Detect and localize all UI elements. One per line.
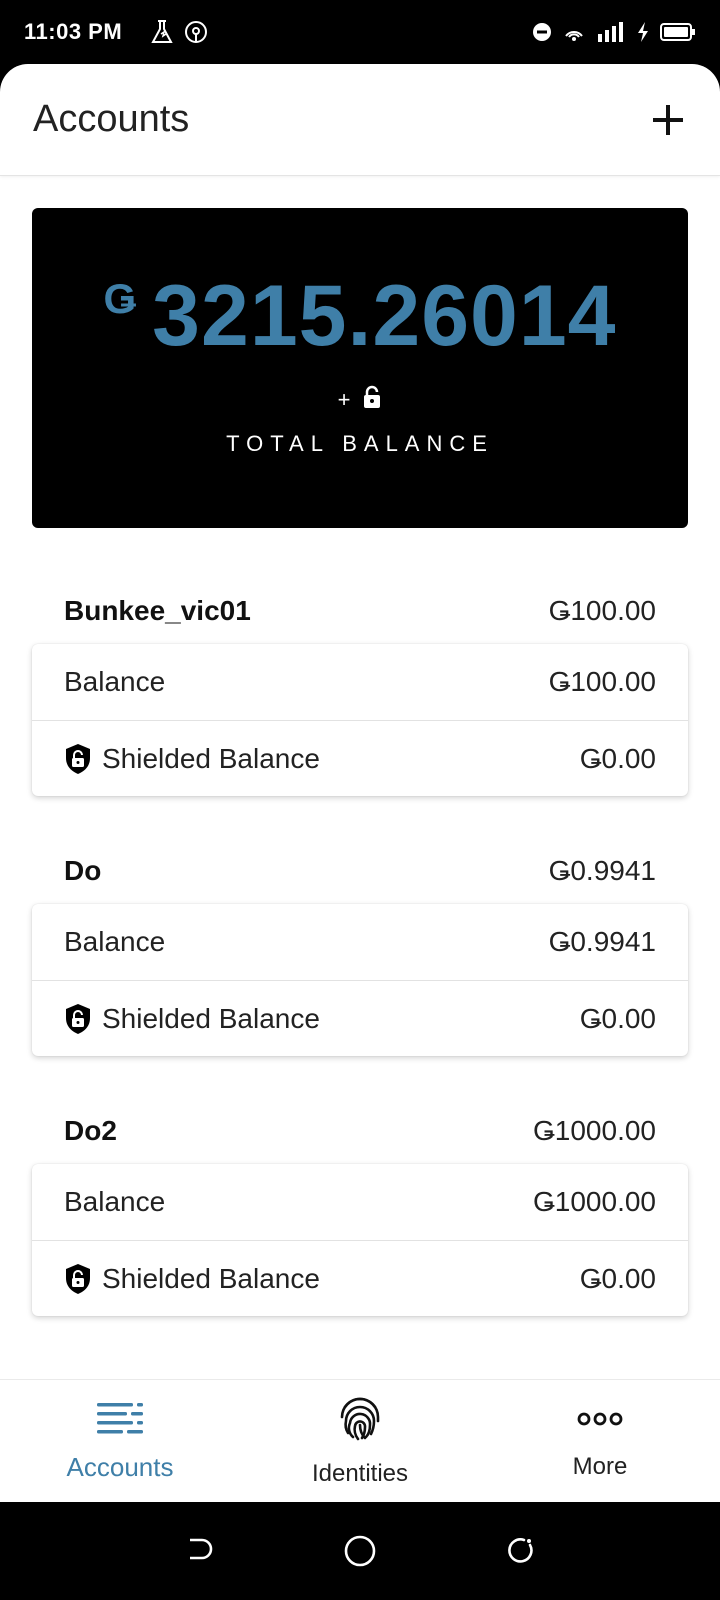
shield-lock-icon — [64, 1003, 92, 1035]
flask-icon — [150, 19, 174, 45]
nav-label-accounts: Accounts — [66, 1451, 174, 1482]
account-item[interactable]: Do Ǥ0.9941 Balance Ǥ0.9941 Shielded Bala… — [0, 844, 720, 1056]
accounts-list: Bunkee_vic01 Ǥ100.00 Balance Ǥ100.00 Shi… — [0, 584, 720, 1364]
balance-row[interactable]: Balance Ǥ0.9941 — [32, 904, 688, 980]
shielded-balance-label: Shielded Balance — [102, 742, 320, 774]
account-card[interactable]: Balance Ǥ1000.00 Shielded Balance Ǥ0.00 — [32, 1164, 688, 1316]
shielded-balance-row[interactable]: Shielded Balance Ǥ0.00 — [32, 720, 688, 796]
account-item[interactable]: Do2 Ǥ1000.00 Balance Ǥ1000.00 Shielded B… — [0, 1104, 720, 1316]
charging-icon — [636, 21, 650, 43]
balance-label: Balance — [64, 666, 166, 697]
account-item[interactable]: Bunkee_vic01 Ǥ100.00 Balance Ǥ100.00 Shi… — [0, 584, 720, 796]
total-balance-amount: 3215.26014 — [152, 268, 617, 364]
app-screen: Accounts Ǥ 3215.26014 + TOTAL BALANCE Bu… — [0, 64, 720, 1502]
balance-row[interactable]: Balance Ǥ1000.00 — [32, 1164, 688, 1240]
account-total: Ǥ100.00 — [548, 595, 656, 626]
shielded-balance-row[interactable]: Shielded Balance Ǥ0.00 — [32, 980, 688, 1056]
account-card[interactable]: Balance Ǥ0.9941 Shielded Balance Ǥ0.00 — [32, 904, 688, 1056]
page-title: Accounts — [33, 98, 190, 140]
account-name: Do — [64, 855, 102, 886]
bottom-nav: Accounts Identities More — [0, 1379, 720, 1502]
balance-value: Ǥ1000.00 — [533, 1186, 656, 1217]
lock-icon — [362, 385, 382, 415]
back-button[interactable] — [170, 1521, 230, 1581]
account-total: Ǥ1000.00 — [533, 1115, 656, 1146]
shielded-balance-value: Ǥ0.00 — [579, 1002, 656, 1034]
account-name: Do2 — [64, 1115, 117, 1146]
balance-row[interactable]: Balance Ǥ100.00 — [32, 644, 688, 720]
plus-icon — [653, 104, 683, 135]
nav-item-identities[interactable]: Identities — [240, 1380, 480, 1502]
more-dots-icon — [576, 1402, 624, 1441]
nav-label-more: More — [572, 1453, 628, 1480]
shield-lock-icon — [64, 1263, 92, 1295]
system-nav-bar — [0, 1502, 720, 1600]
balance-label: Balance — [64, 1186, 166, 1217]
shielded-balance-value: Ǥ0.00 — [579, 1262, 656, 1294]
balance-value: Ǥ0.9941 — [548, 926, 656, 957]
total-balance-card: Ǥ 3215.26014 + TOTAL BALANCE — [32, 208, 688, 528]
dnd-icon — [532, 22, 552, 42]
currency-symbol: Ǥ — [103, 275, 137, 322]
status-time: 11:03 PM — [24, 19, 123, 44]
battery-icon — [660, 22, 696, 42]
home-button[interactable] — [330, 1521, 390, 1581]
nav-label-identities: Identities — [311, 1460, 409, 1487]
hotspot-icon — [184, 20, 208, 44]
balance-value: Ǥ100.00 — [548, 666, 656, 697]
shielded-balance-label: Shielded Balance — [102, 1002, 320, 1034]
account-card[interactable]: Balance Ǥ100.00 Shielded Balance Ǥ0.00 — [32, 644, 688, 796]
wifi-calling-icon — [562, 20, 586, 44]
recents-icon — [508, 1538, 533, 1563]
home-circle-icon — [344, 1535, 376, 1567]
back-icon — [190, 1538, 213, 1560]
shielded-balance-label: Shielded Balance — [102, 1262, 320, 1294]
account-name: Bunkee_vic01 — [64, 595, 251, 626]
recents-button[interactable] — [490, 1521, 550, 1581]
plus-sign: + — [337, 387, 351, 412]
accounts-list-icon — [95, 1401, 145, 1440]
shield-lock-icon — [64, 743, 92, 775]
nav-item-more[interactable]: More — [480, 1380, 720, 1502]
total-balance-label: TOTAL BALANCE — [226, 431, 494, 456]
signal-icon — [596, 20, 626, 44]
app-header: Accounts — [0, 64, 720, 176]
balance-label: Balance — [64, 926, 166, 957]
nav-item-accounts[interactable]: Accounts — [0, 1380, 240, 1502]
shielded-balance-row[interactable]: Shielded Balance Ǥ0.00 — [32, 1240, 688, 1316]
account-total: Ǥ0.9941 — [548, 855, 656, 886]
add-account-button[interactable] — [644, 96, 692, 144]
shielded-balance-value: Ǥ0.00 — [579, 742, 656, 774]
fingerprint-icon — [337, 1395, 383, 1448]
status-bar: 11:03 PM — [0, 0, 720, 64]
